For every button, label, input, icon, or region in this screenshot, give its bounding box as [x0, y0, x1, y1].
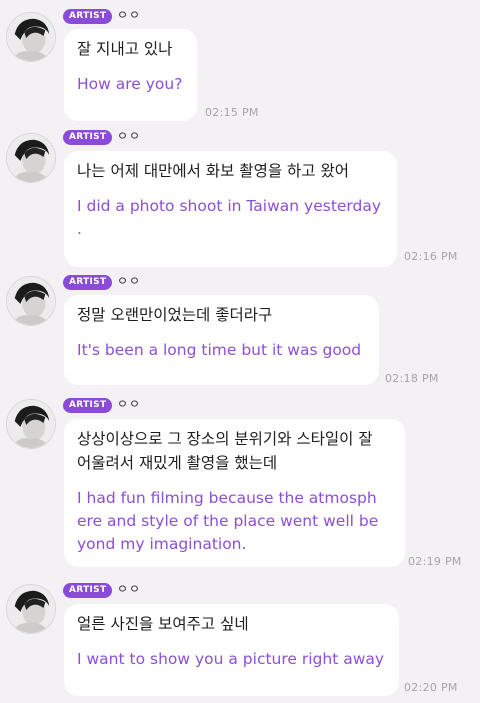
- artist-badge: ARTIST: [63, 583, 113, 598]
- english-translation: I had fun filming because the atmosph er…: [77, 489, 379, 553]
- message-bubble[interactable]: 나는 어제 대만에서 화보 촬영을 하고 왔어 I did a photo sh…: [64, 151, 397, 267]
- artist-badge: ARTIST: [63, 9, 113, 24]
- artist-badge: ARTIST: [63, 275, 113, 290]
- profile-photo-icon: [7, 400, 55, 448]
- profile-photo-icon: [7, 134, 55, 182]
- message-bubble[interactable]: 상상이상으로 그 장소의 분위기와 스타일이 잘 어울려서 재밌게 촬영을 했는…: [64, 419, 405, 567]
- message-bubble[interactable]: 얼른 사진을 보여주고 싶네 I want to show you a pict…: [64, 604, 399, 696]
- timestamp: 02:20 PM: [404, 681, 458, 694]
- profile-photo-icon: [7, 277, 55, 325]
- korean-text: 나는 어제 대만에서 화보 촬영을 하고 왔어: [77, 162, 349, 180]
- avatar[interactable]: [6, 399, 56, 449]
- korean-text: 얼른 사진을 보여주고 싶네: [77, 615, 249, 633]
- korean-text: 정말 오랜만이었는데 좋더라구: [77, 306, 273, 324]
- message-bubble[interactable]: 잘 지내고 있나 How are you?: [64, 29, 197, 121]
- sender-name: ㅇㅇ: [117, 397, 142, 411]
- timestamp: 02:15 PM: [205, 106, 259, 119]
- timestamp: 02:18 PM: [385, 372, 439, 385]
- message-bubble[interactable]: 정말 오랜만이었는데 좋더라구 It's been a long time bu…: [64, 295, 379, 385]
- avatar[interactable]: [6, 133, 56, 183]
- english-translation: I want to show you a picture right away: [77, 650, 385, 668]
- artist-badge: ARTIST: [63, 398, 113, 413]
- sender-name: ㅇㅇ: [117, 129, 142, 143]
- english-translation: How are you?: [77, 75, 183, 93]
- timestamp: 02:19 PM: [408, 555, 462, 568]
- avatar[interactable]: [6, 276, 56, 326]
- sender-name: ㅇㅇ: [117, 8, 142, 22]
- profile-photo-icon: [7, 585, 55, 633]
- timestamp: 02:16 PM: [404, 250, 458, 263]
- korean-text: 잘 지내고 있나: [77, 40, 173, 58]
- avatar[interactable]: [6, 584, 56, 634]
- korean-text: 상상이상으로 그 장소의 분위기와 스타일이 잘 어울려서 재밌게 촬영을 했는…: [77, 430, 373, 472]
- profile-photo-icon: [7, 13, 55, 61]
- english-translation: It's been a long time but it was good: [77, 341, 362, 359]
- artist-badge: ARTIST: [63, 130, 113, 145]
- english-translation: I did a photo shoot in Taiwan yesterday …: [77, 197, 382, 238]
- sender-name: ㅇㅇ: [117, 274, 142, 288]
- avatar[interactable]: [6, 12, 56, 62]
- sender-name: ㅇㅇ: [117, 582, 142, 596]
